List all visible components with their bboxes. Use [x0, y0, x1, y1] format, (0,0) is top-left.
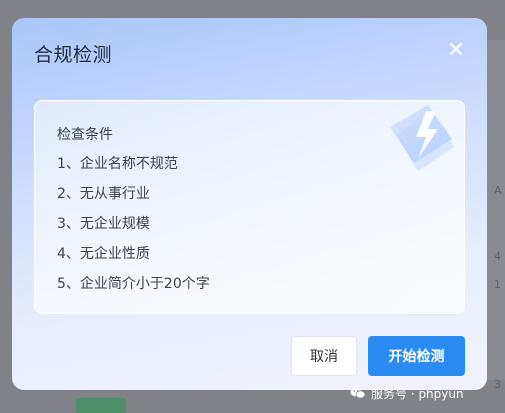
- watermark-text: 服务号 · phpyun: [371, 386, 464, 401]
- close-button[interactable]: [447, 40, 465, 58]
- watermark: 服务号 · phpyun: [350, 384, 464, 402]
- lightning-icon: [390, 105, 454, 171]
- compliance-check-dialog: 合规检测 检查条件 1、企业名称不规范 2、无从事行业 3、无企业规模 4、无企…: [12, 18, 487, 390]
- condition-item: 1、企业名称不规范: [57, 156, 178, 172]
- start-check-button[interactable]: 开始检测: [368, 336, 465, 376]
- condition-item: 4、无企业性质: [57, 246, 150, 262]
- background-fragment: 4: [494, 250, 501, 263]
- background-tag: [76, 398, 126, 413]
- background-fragment: 1: [494, 278, 501, 291]
- condition-item: 2、无从事行业: [57, 186, 150, 202]
- condition-item: 5、企业简介小于20个字: [57, 276, 210, 292]
- background-fragment: 3: [494, 378, 501, 391]
- conditions-heading: 检查条件: [57, 127, 113, 143]
- dialog-title: 合规检测: [34, 44, 113, 66]
- conditions-panel: 检查条件 1、企业名称不规范 2、无从事行业 3、无企业规模 4、无企业性质 5…: [34, 100, 465, 314]
- condition-item: 3、无企业规模: [57, 216, 150, 232]
- close-icon: [450, 43, 462, 55]
- conditions-list: 1、企业名称不规范 2、无从事行业 3、无企业规模 4、无企业性质 5、企业简介…: [57, 154, 210, 304]
- wechat-icon: [350, 387, 366, 399]
- cancel-button[interactable]: 取消: [291, 336, 357, 376]
- background-fragment: A: [494, 184, 502, 197]
